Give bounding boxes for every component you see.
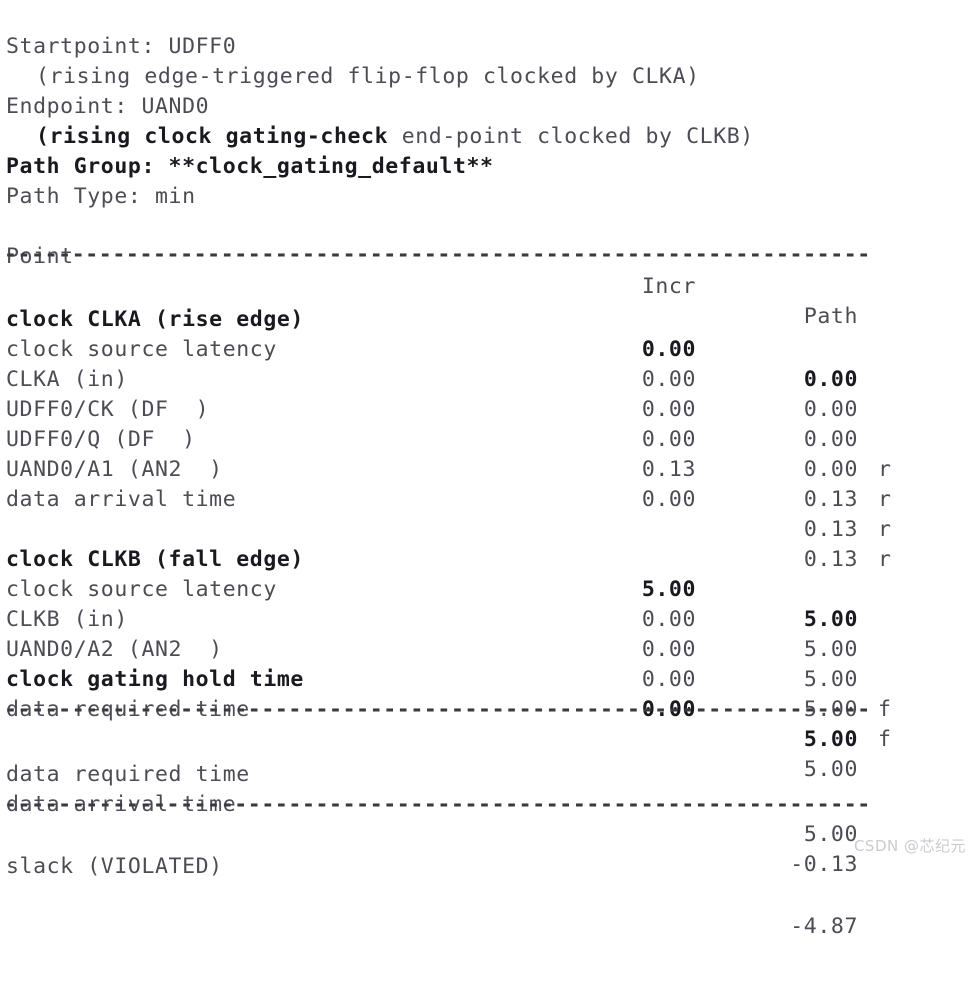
- table-row-summary-required: data required time 5.00: [0, 730, 974, 847]
- report-line-endpoint: Endpoint: UAND0: [0, 62, 974, 119]
- separator-rule-top: ----------------------------------------…: [4, 242, 871, 267]
- timing-report: Startpoint: UDFF0 (rising edge-triggered…: [0, 0, 974, 939]
- table-row: clock CLKA (rise edge) 0.00 0.00: [0, 275, 974, 392]
- slack-row: slack (VIOLATED) -4.87: [0, 822, 974, 939]
- table-row-data-arrival-time: data arrival time 0.13: [0, 455, 974, 572]
- table-row-summary-arrival: data arrival time -0.13: [0, 760, 974, 877]
- table-row: clock CLKB (fall edge) 5.00 5.00: [0, 515, 974, 632]
- table-row: clock source latency 0.00 5.00: [0, 545, 974, 662]
- slack-value: -4.87: [790, 914, 858, 939]
- row-path: -0.13: [790, 852, 858, 877]
- row-path: 0.13: [803, 487, 858, 512]
- report-line-endpoint-detail: (rising clock gating-check end-point clo…: [0, 92, 974, 149]
- table-row: UDFF0/Q (DF ) 0.13 0.13 r: [0, 395, 974, 542]
- row-edge: r: [878, 487, 892, 512]
- table-row-clock-gating-hold-time: clock gating hold time 0.00 5.00: [0, 635, 974, 752]
- table-row: clock source latency 0.00 0.00: [0, 305, 974, 422]
- row-point: data arrival time: [6, 487, 237, 512]
- report-line-path-type: Path Type: min: [0, 152, 974, 209]
- table-column-header-row: Point Incr Path: [0, 212, 974, 329]
- report-line-path-group: Path Group: **clock_gating_default**: [0, 122, 974, 179]
- table-row: UDFF0/CK (DF ) 0.00 0.00 r: [0, 365, 974, 512]
- watermark: CSDN @芯纪元: [853, 837, 966, 855]
- table-row: CLKB (in) 0.00 5.00 f: [0, 575, 974, 722]
- slack-label: slack (VIOLATED): [6, 854, 223, 879]
- row-incr: 0.00: [641, 487, 696, 512]
- table-row: CLKA (in) 0.00 0.00 r: [0, 335, 974, 482]
- separator-rule-bottom: ----------------------------------------…: [4, 792, 871, 817]
- table-row-data-required-time: data required time 5.00: [0, 665, 974, 782]
- separator-rule-middle: ----------------------------------------…: [4, 697, 871, 722]
- report-line-startpoint-detail: (rising edge-triggered flip-flop clocked…: [0, 32, 974, 89]
- table-row: UAND0/A2 (AN2 ) 0.00 5.00 f: [0, 605, 974, 752]
- path-type-text: Path Type: min: [6, 184, 196, 209]
- table-row: UAND0/A1 (AN2 ) 0.00 0.13 r: [0, 425, 974, 572]
- report-line-startpoint: Startpoint: UDFF0: [0, 2, 974, 59]
